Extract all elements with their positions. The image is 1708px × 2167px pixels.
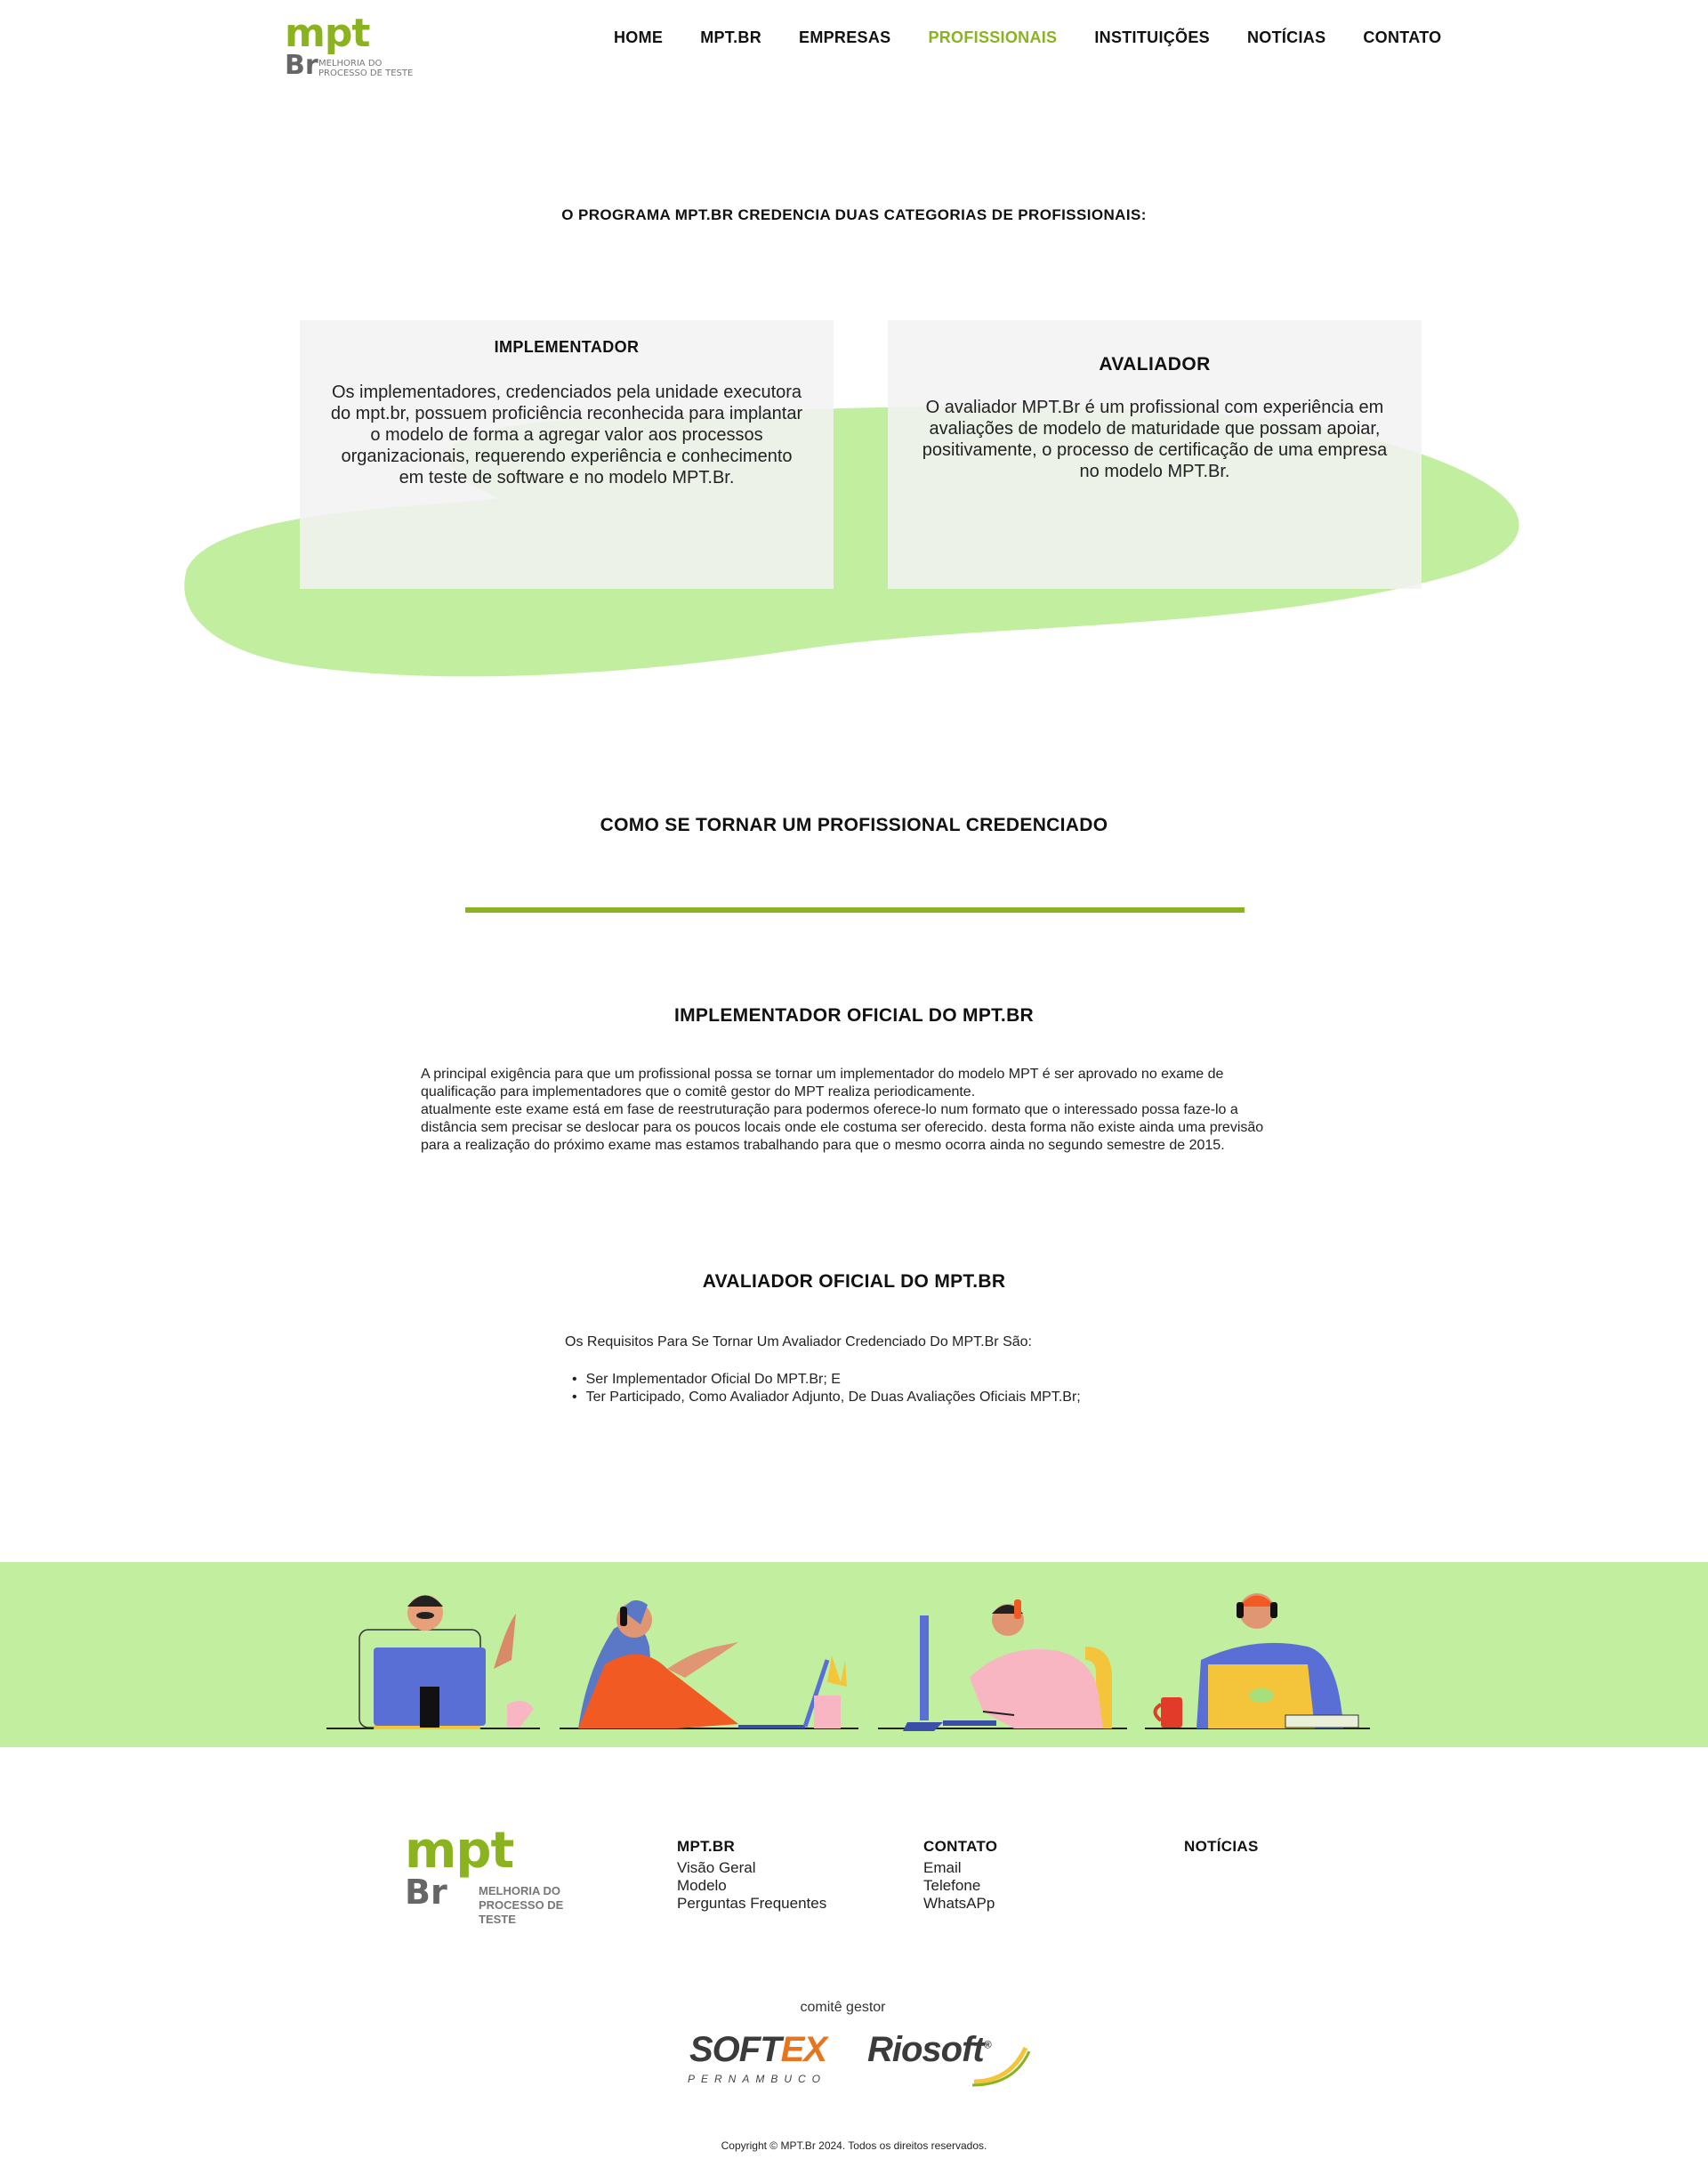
footer-link-whatsapp[interactable]: WhatsAPp xyxy=(923,1895,997,1913)
list-item: Ter Participado, Como Avaliador Adjunto,… xyxy=(572,1389,1081,1406)
footer-logo-tagline: MELHORIA DO PROCESSO DE TESTE xyxy=(479,1884,564,1926)
footer-link-email[interactable]: Email xyxy=(923,1859,997,1877)
copyright-text: Copyright © MPT.Br 2024. Todos os direit… xyxy=(721,2139,987,2152)
list-item: Ser Implementador Oficial Do MPT.Br; E xyxy=(572,1371,1081,1389)
person-headset-monitor-icon xyxy=(878,1599,1127,1731)
nav-contato[interactable]: CONTATO xyxy=(1363,28,1441,47)
avaliador-requirements-list: Ser Implementador Oficial Do MPT.Br; E T… xyxy=(572,1371,1081,1406)
how-title: COMO SE TORNAR UM PROFISSIONAL CREDENCIA… xyxy=(600,815,1108,835)
footer-col-mptbr: MPT.BR Visão Geral Modelo Perguntas Freq… xyxy=(677,1838,826,1913)
main-nav: HOME MPT.BR EMPRESAS PROFISSIONAIS INSTI… xyxy=(614,28,1478,47)
logo-br-text: Br xyxy=(285,50,318,81)
comite-gestor-label: comitê gestor xyxy=(800,2000,886,2015)
softex-logo[interactable]: SOFTEX PERNAMBUCO xyxy=(688,2030,848,2092)
footer-link-perguntas-frequentes[interactable]: Perguntas Frequentes xyxy=(677,1895,826,1913)
avaliador-oficial-title: AVALIADOR OFICIAL DO MPT.BR xyxy=(702,1271,1006,1292)
avaliador-card-text: O avaliador MPT.Br é um profissional com… xyxy=(922,398,1388,481)
implementador-oficial-text: A principal exigência para que um profis… xyxy=(421,1066,1293,1155)
footer-col-title: CONTATO xyxy=(923,1838,998,1855)
implementador-card-text: Os implementadores, credenciados pela un… xyxy=(330,383,803,487)
person-headset-desktop-icon xyxy=(326,1595,540,1729)
softex-wordmark-a: SOFT xyxy=(689,2030,782,2069)
footer-col-contato: CONTATO Email Telefone WhatsAPp xyxy=(923,1838,997,1913)
implementador-paragraph-2: atualmente este exame está em fase de re… xyxy=(421,1102,1264,1153)
intro-title: O PROGRAMA MPT.BR CREDENCIA DUAS CATEGOR… xyxy=(561,206,1147,223)
implementador-paragraph-1: A principal exigência para que um profis… xyxy=(421,1067,1224,1100)
person-headset-laptop-icon xyxy=(560,1599,858,1729)
footer-col-noticias: NOTÍCIAS xyxy=(1184,1838,1259,1859)
section-divider xyxy=(465,907,1245,913)
nav-mptbr[interactable]: MPT.BR xyxy=(700,28,761,47)
footer-logo-br-text: Br xyxy=(405,1873,447,1912)
logo-tagline: MELHORIA DO PROCESSO DE TESTE xyxy=(318,59,414,78)
footer-link-telefone[interactable]: Telefone xyxy=(923,1877,997,1895)
footer-col-title-link[interactable]: NOTÍCIAS xyxy=(1184,1838,1259,1856)
nav-empresas[interactable]: EMPRESAS xyxy=(799,28,890,47)
person-headset-laptop-mug-icon xyxy=(1145,1593,1370,1729)
implementador-card: IMPLEMENTADOR Os implementadores, creden… xyxy=(300,320,834,589)
riosoft-swoosh-icon xyxy=(971,2046,1031,2087)
riosoft-logo[interactable]: Riosoft® xyxy=(867,2030,1031,2092)
avaliador-card: AVALIADOR O avaliador MPT.Br é um profis… xyxy=(888,320,1422,589)
softex-subtitle: PERNAMBUCO xyxy=(688,2073,827,2085)
softex-wordmark-b: EX xyxy=(780,2030,827,2069)
avaliador-requirements-intro: Os Requisitos Para Se Tornar Um Avaliado… xyxy=(565,1334,1032,1349)
footer-link-visao-geral[interactable]: Visão Geral xyxy=(677,1859,826,1877)
header-logo[interactable]: mpt Br MELHORIA DO PROCESSO DE TESTE xyxy=(285,11,413,81)
avaliador-card-title: AVALIADOR xyxy=(1099,354,1211,375)
footer-logo[interactable]: mpt Br MELHORIA DO PROCESSO DE TESTE xyxy=(405,1822,565,1926)
nav-noticias[interactable]: NOTÍCIAS xyxy=(1247,28,1325,47)
nav-instituicoes[interactable]: INSTITUIÇÕES xyxy=(1094,28,1210,47)
softex-wordmark: SOFTEX xyxy=(689,2030,827,2070)
illustration-band xyxy=(0,1562,1708,1747)
footer-link-modelo[interactable]: Modelo xyxy=(677,1877,826,1895)
implementador-oficial-title: IMPLEMENTADOR OFICIAL DO MPT.BR xyxy=(673,1005,1034,1026)
footer-col-title: MPT.BR xyxy=(677,1838,736,1855)
implementador-card-title: IMPLEMENTADOR xyxy=(494,338,640,356)
nav-profissionais[interactable]: PROFISSIONAIS xyxy=(928,28,1057,47)
footer-logo-mpt-text: mpt xyxy=(405,1822,514,1880)
nav-home[interactable]: HOME xyxy=(614,28,663,47)
